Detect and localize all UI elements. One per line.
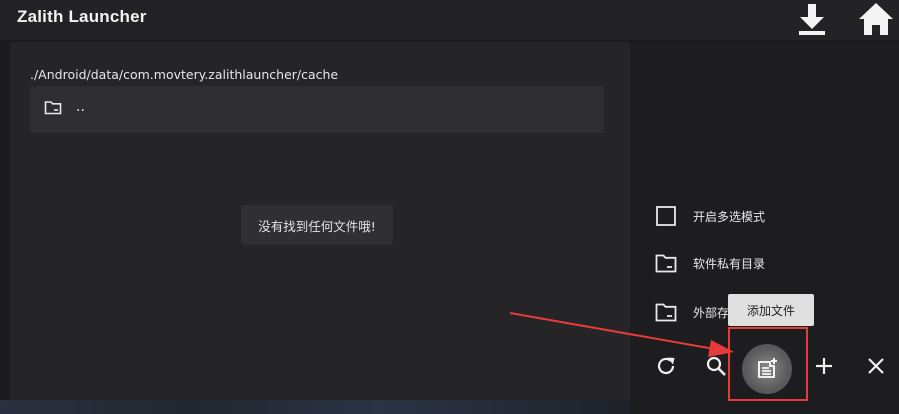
refresh-button[interactable]	[648, 348, 684, 384]
external-directory-item[interactable]: 外部存	[655, 300, 729, 324]
background-strip	[0, 400, 630, 414]
private-directory-item[interactable]: 软件私有目录	[655, 251, 765, 275]
checkbox-icon	[656, 206, 676, 226]
parent-directory-row[interactable]: ..	[30, 86, 604, 133]
highlight-box	[728, 327, 808, 401]
multi-select-label: 开启多选模式	[693, 209, 766, 224]
parent-directory-label: ..	[76, 99, 85, 115]
add-button[interactable]	[806, 348, 842, 384]
search-icon	[706, 356, 726, 376]
title-bar: Zalith Launcher	[0, 0, 899, 40]
download-button[interactable]	[792, 0, 832, 38]
folder-icon	[44, 101, 62, 115]
add-file-tooltip: 添加文件	[728, 294, 814, 326]
close-button[interactable]	[858, 348, 894, 384]
external-directory-label: 外部存	[693, 305, 730, 320]
current-path: ./Android/data/com.movtery.zalithlaunche…	[30, 67, 339, 82]
home-button[interactable]	[856, 0, 896, 38]
download-icon	[799, 4, 825, 35]
folder-icon	[655, 303, 677, 322]
close-icon	[868, 358, 884, 374]
file-list-panel: ./Android/data/com.movtery.zalithlaunche…	[10, 42, 630, 414]
multi-select-toggle[interactable]: 开启多选模式	[655, 204, 765, 228]
refresh-icon	[657, 357, 675, 375]
folder-icon	[655, 254, 677, 273]
home-icon	[859, 3, 893, 35]
private-directory-label: 软件私有目录	[693, 256, 766, 271]
app-title: Zalith Launcher	[17, 7, 147, 26]
plus-icon	[816, 358, 832, 374]
empty-state-message: 没有找到任何文件哦!	[241, 205, 393, 245]
